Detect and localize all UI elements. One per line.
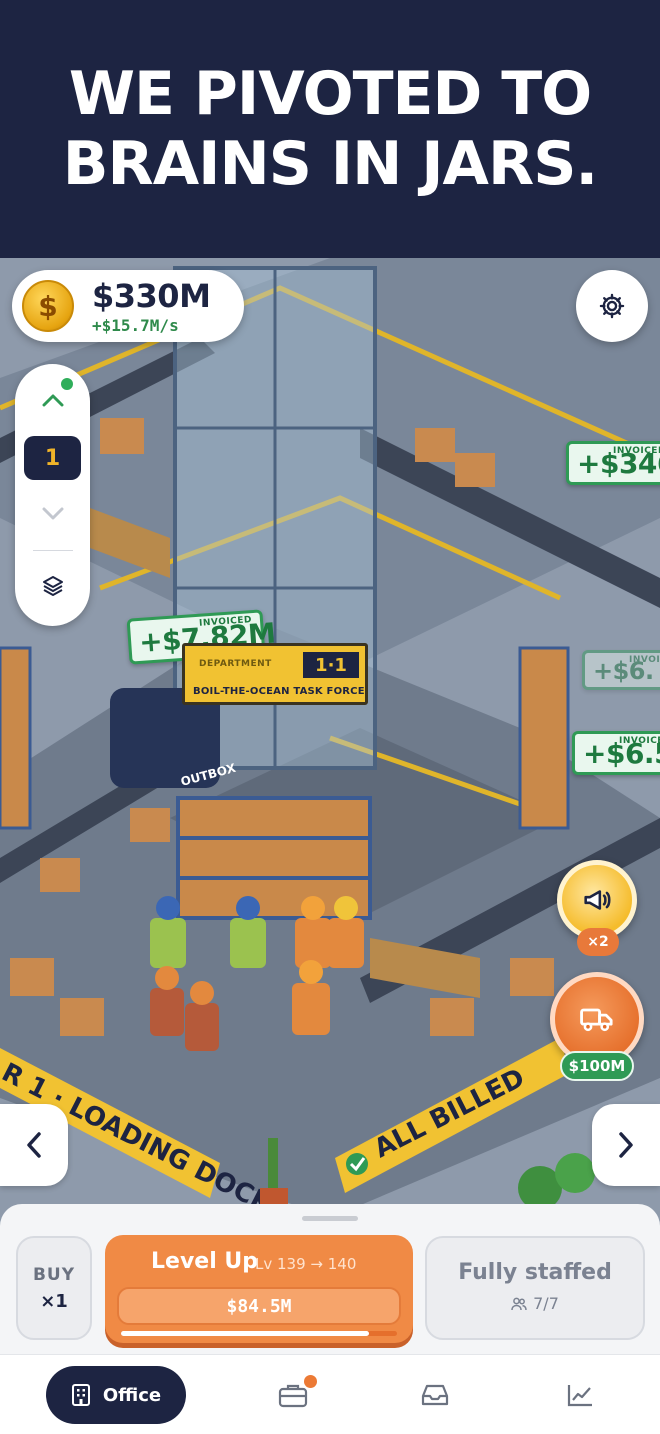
truck-icon [580,1008,613,1032]
staffing-button[interactable]: Fully staffed 7/7 [425,1236,645,1340]
chart-line-icon [567,1385,592,1407]
action-sheet: BUY ×1 Level Up Lv 139 → 140 $84.5M Full… [0,1204,660,1354]
invoice-amount: +$6. [593,657,654,685]
level-cost: $84.5M [226,1295,292,1317]
gear-icon [599,293,625,319]
chevron-up-icon [42,394,64,407]
floor-down-button[interactable] [37,498,69,530]
level-progress-bar [121,1331,397,1336]
income-rate: +$15.7M/s [92,315,179,335]
chevron-right-icon [619,1132,633,1158]
level-progress-fill [121,1331,370,1336]
tab-inbox[interactable] [417,1377,453,1413]
game-scene[interactable]: R 1 · LOADING DOCK ALL BILLED OUTBOX [0,258,660,1228]
invoice-amount: +$346 [577,447,660,480]
multiplier-badge: ×2 [577,928,619,956]
buy-label: BUY [32,1264,76,1285]
check-icon [346,1153,368,1175]
department-name: BOIL-THE-OCEAN TASK FORCE [193,686,365,697]
banner-line-2: BRAINS IN JARS. [62,129,598,199]
level-range: Lv 139 → 140 [255,1255,357,1273]
department-label: DEPARTMENT [199,659,272,669]
invoice-tag: INVOICED +$346 [566,441,660,485]
floor-selector: 1 [15,364,90,626]
level-cost-box: $84.5M [117,1287,401,1325]
tab-office-label: Office [102,1384,162,1406]
staff-count: 7/7 [533,1294,559,1313]
layers-icon [43,576,63,596]
invoice-tag-fading: INVOICE +$6. [582,650,660,690]
divider [33,550,73,551]
next-floor-arrow[interactable] [592,1104,660,1186]
current-floor[interactable]: 1 [24,436,81,480]
people-icon [511,1297,527,1310]
invoice-amount: +$6.5 [583,737,660,770]
level-up-title: Level Up [151,1249,259,1274]
banner-line-1: WE PIVOTED TO [68,59,592,129]
settings-button[interactable] [576,270,648,342]
inbox-icon [421,1384,449,1406]
layers-button[interactable] [37,570,69,602]
sheet-grabber[interactable] [302,1216,358,1221]
tab-bar: Office [0,1354,660,1434]
chevron-left-icon [27,1132,41,1158]
notification-dot [61,378,73,390]
notification-dot [304,1375,317,1388]
department-sign[interactable]: DEPARTMENT 1·1 BOIL-THE-OCEAN TASK FORCE [182,643,368,705]
megaphone-icon [584,890,611,910]
promo-banner: WE PIVOTED TO BRAINS IN JARS. [0,0,660,258]
level-up-button[interactable]: Level Up Lv 139 → 140 $84.5M [105,1235,413,1343]
money-amount: $330M [92,276,211,315]
money-display: $ $330M +$15.7M/s [12,270,244,342]
truck-price-badge: $100M [560,1051,634,1081]
buy-multiplier-button[interactable]: BUY ×1 [16,1236,92,1340]
previous-floor-arrow[interactable] [0,1104,68,1186]
invoice-tag: INVOICED +$6.5 [572,731,660,775]
building-icon [71,1384,90,1406]
factory-floor-illustration: R 1 · LOADING DOCK ALL BILLED OUTBOX [0,258,660,1228]
buy-multiplier: ×1 [40,1290,68,1312]
staffed-title: Fully staffed [458,1260,612,1285]
chevron-down-icon [42,507,64,520]
coin-icon: $ [22,280,74,332]
tab-stats[interactable] [562,1377,598,1413]
department-number: 1·1 [303,652,359,678]
briefcase-icon [278,1384,308,1408]
tab-office[interactable]: Office [46,1366,186,1424]
